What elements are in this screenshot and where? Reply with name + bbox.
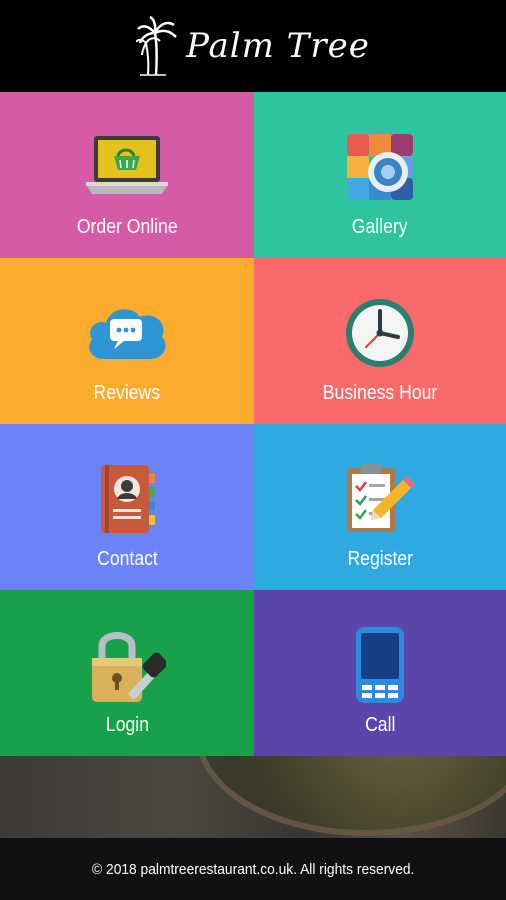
tile-register[interactable]: Register <box>254 424 506 590</box>
tile-label: Contact <box>96 548 158 570</box>
tile-label: Gallery <box>352 216 408 238</box>
copyright-text: © 2018 palmtreerestaurant.co.uk. All rig… <box>91 860 415 878</box>
app-header: Palm Tree <box>0 0 506 92</box>
tile-label: Register <box>347 548 413 570</box>
tile-reviews[interactable]: Reviews <box>0 258 254 424</box>
tile-label: Business Hour <box>322 382 438 404</box>
clock-icon <box>335 288 425 378</box>
tile-label: Login <box>105 714 149 736</box>
tile-label: Reviews <box>93 382 161 404</box>
food-plate-image <box>196 756 506 836</box>
chat-cloud-icon <box>82 288 172 378</box>
background-food-image <box>0 756 506 838</box>
logo[interactable]: Palm Tree <box>136 15 370 77</box>
laptop-basket-icon <box>82 122 172 212</box>
gallery-camera-icon <box>335 122 425 212</box>
footer: © 2018 palmtreerestaurant.co.uk. All rig… <box>0 838 506 900</box>
phone-icon <box>335 620 425 710</box>
tile-call[interactable]: Call <box>254 590 506 756</box>
tile-gallery[interactable]: Gallery <box>254 92 506 258</box>
clipboard-pencil-icon <box>335 454 425 544</box>
menu-grid: Order Online Gallery Reviews Business Ho… <box>0 92 506 756</box>
tile-order-online[interactable]: Order Online <box>0 92 254 258</box>
tile-label: Order Online <box>76 216 178 238</box>
tile-business-hour[interactable]: Business Hour <box>254 258 506 424</box>
palm-tree-icon <box>136 15 178 76</box>
address-book-icon <box>82 454 172 544</box>
logo-text: Palm Tree <box>186 26 370 66</box>
tile-label: Call <box>364 714 396 736</box>
padlock-key-icon <box>82 620 172 710</box>
tile-login[interactable]: Login <box>0 590 254 756</box>
tile-contact[interactable]: Contact <box>0 424 254 590</box>
